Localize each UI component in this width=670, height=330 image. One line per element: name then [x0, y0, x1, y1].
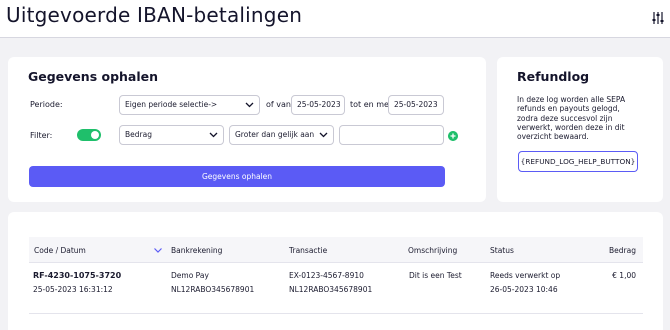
filter-operator-value: Groter dan gelijk aan: [235, 130, 315, 139]
page-title: Uitgevoerde IBAN-betalingen: [6, 3, 303, 27]
sliders-icon[interactable]: [652, 11, 664, 25]
period-select[interactable]: Eigen periode selectie->: [119, 95, 260, 115]
refund-title: Refundlog: [517, 69, 590, 84]
chevron-down-icon: [209, 132, 218, 138]
column-header-amount: Bedrag: [609, 246, 636, 255]
fetch-title: Gegevens ophalen: [28, 69, 159, 84]
filter-toggle[interactable]: [77, 129, 101, 141]
filter-field-select[interactable]: Bedrag: [119, 125, 224, 145]
row-code: RF-4230-1075-3720: [33, 271, 122, 280]
refund-help-text: In deze log worden alle SEPA refunds en …: [517, 95, 626, 142]
to-date-input[interactable]: 25-05-2023: [388, 95, 444, 115]
to-label: tot en met: [350, 100, 393, 109]
fetch-data-button[interactable]: Gegevens ophalen: [29, 166, 445, 187]
row-bank-iban: NL12RABO345678901: [171, 285, 255, 294]
filter-operator-select[interactable]: Groter dan gelijk aan: [229, 125, 334, 145]
chevron-down-icon: [245, 102, 254, 108]
table-header: Code / Datum Bankrekening Transactie Oms…: [29, 237, 643, 263]
row-transaction: EX-0123-4567-8910: [289, 271, 364, 280]
column-header-transaction: Transactie: [289, 246, 328, 255]
filter-label: Filter:: [30, 131, 53, 140]
from-label: of van: [266, 100, 291, 109]
row-transaction-iban: NL12RABO345678901: [289, 285, 373, 294]
period-select-value: Eigen periode selectie->: [125, 100, 218, 109]
row-amount: € 1,00: [612, 271, 636, 280]
row-bank-name: Demo Pay: [171, 271, 209, 280]
period-label: Periode:: [30, 100, 63, 109]
refund-log-help-button[interactable]: {REFUND_LOG_HELP_BUTTON}: [518, 151, 638, 172]
toggle-knob: [91, 131, 99, 139]
row-status-date: 26-05-2023 10:46: [490, 285, 558, 294]
row-status: Reeds verwerkt op: [490, 271, 561, 280]
row-description: Dit is een Test: [409, 271, 462, 280]
row-divider: [29, 313, 643, 314]
plus-icon[interactable]: [448, 131, 458, 141]
row-date: 25-05-2023 16:31:12: [33, 285, 113, 294]
column-header-code[interactable]: Code / Datum: [34, 246, 86, 255]
filter-value-input[interactable]: [339, 125, 444, 145]
filter-field-value: Bedrag: [125, 130, 152, 139]
column-header-description: Omschrijving: [408, 246, 458, 255]
column-header-bank: Bankrekening: [171, 246, 223, 255]
top-bar: Uitgevoerde IBAN-betalingen: [0, 0, 670, 38]
column-header-status: Status: [490, 246, 514, 255]
chevron-down-icon: [319, 132, 328, 138]
from-date-input[interactable]: 25-05-2023: [291, 95, 345, 115]
chevron-down-icon[interactable]: [154, 248, 162, 253]
